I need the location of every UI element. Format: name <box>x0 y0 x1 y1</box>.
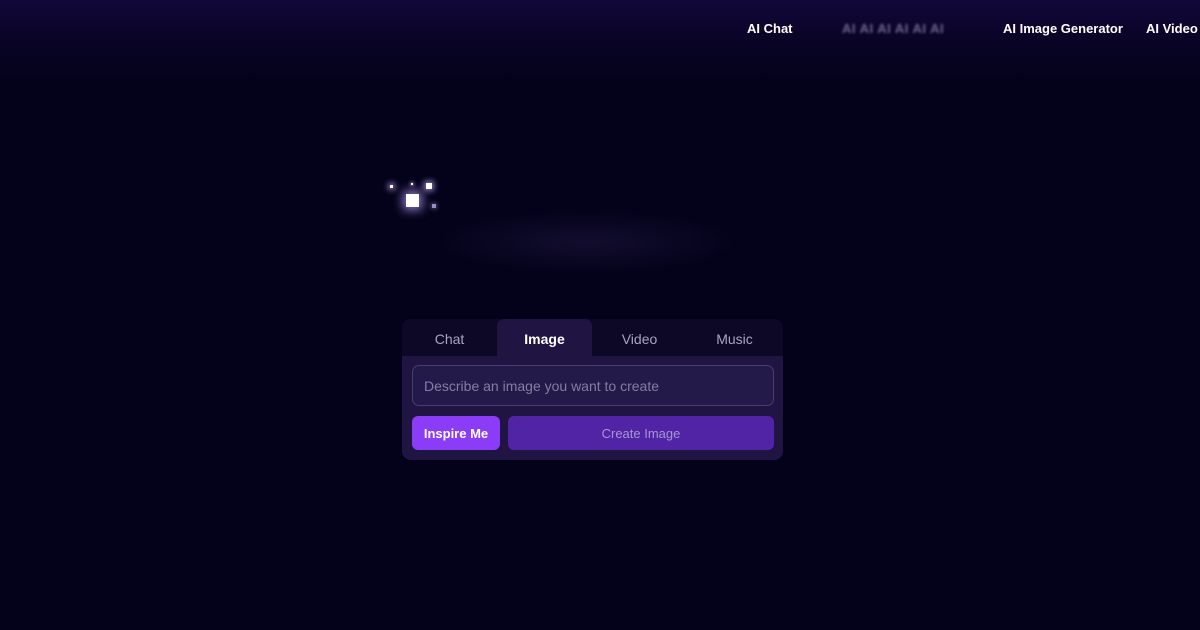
sparkle-icon <box>426 183 432 189</box>
sparkle-icon <box>406 194 419 207</box>
create-image-button[interactable]: Create Image <box>508 416 774 450</box>
nav-ai-chat[interactable]: AI Chat <box>747 21 793 36</box>
generator-body: Inspire Me Create Image <box>402 356 783 460</box>
nav-ai-video[interactable]: AI Video <box>1146 21 1198 36</box>
inspire-me-button[interactable]: Inspire Me <box>412 416 500 450</box>
prompt-input[interactable] <box>412 365 774 406</box>
tab-chat[interactable]: Chat <box>402 319 497 356</box>
tab-video[interactable]: Video <box>592 319 687 356</box>
generator-tabs: Chat Image Video Music <box>402 319 783 356</box>
nav-blurred-item[interactable]: AI AI AI AI AI AI <box>842 21 944 36</box>
top-nav: AI Chat AI AI AI AI AI AI AI Image Gener… <box>0 0 1200 58</box>
logo <box>386 180 746 272</box>
nav-ai-image-generator[interactable]: AI Image Generator <box>1003 21 1123 36</box>
sparkle-icon <box>390 185 393 188</box>
generator-panel: Chat Image Video Music Inspire Me Create… <box>402 319 783 460</box>
tab-image[interactable]: Image <box>497 319 592 356</box>
sparkle-icon <box>432 204 436 208</box>
page: AI Chat AI AI AI AI AI AI AI Image Gener… <box>0 0 1200 630</box>
logo-wordmark-ghost <box>442 212 732 272</box>
sparkle-icon <box>411 183 413 185</box>
tab-music[interactable]: Music <box>687 319 782 356</box>
